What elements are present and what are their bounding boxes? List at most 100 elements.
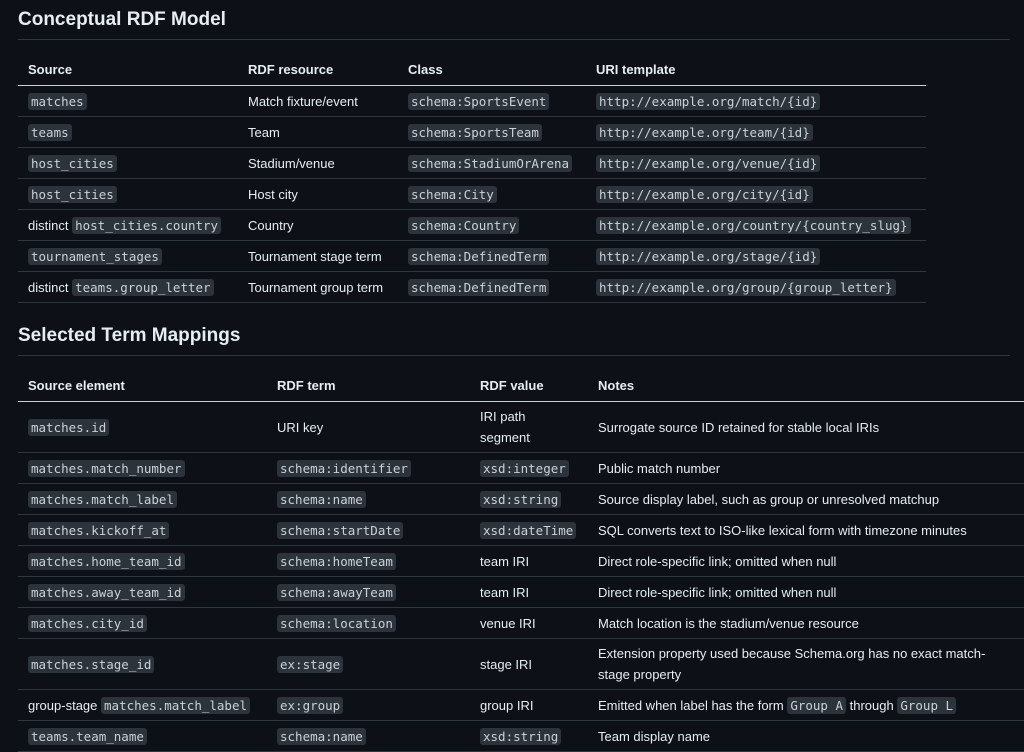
term-code: ex:stage	[277, 655, 344, 673]
cell-rdf-resource: Team	[238, 116, 398, 148]
cell-uri-template: http://example.org/group/{group_letter}	[586, 271, 926, 303]
value-text: group IRI	[480, 697, 534, 713]
table-row: matches.away_team_id schema:awayTeam team …	[18, 576, 1024, 608]
cell-rdf-term: ex:stage	[267, 638, 470, 690]
cell-notes: Direct role-specific link; omitted when …	[588, 545, 1024, 577]
cell-source: tournament_stages	[18, 240, 238, 272]
table-row: matches Match fixture/event schema:SportsE…	[18, 85, 926, 117]
note-text: through	[846, 697, 898, 713]
source-code: teams	[28, 123, 72, 141]
element-code: matches.match_number	[28, 459, 185, 477]
cell-notes: Extension property used because Schema.o…	[588, 638, 1024, 690]
cell-uri-template: http://example.org/team/{id}	[586, 116, 926, 148]
column-header-rdf-resource: RDF resource	[238, 56, 398, 86]
cell-class: schema:StadiumOrArena	[398, 147, 586, 179]
cell-rdf-value: team IRI	[470, 545, 588, 577]
cell-source-element: matches.match_number	[18, 452, 267, 484]
column-header-notes: Notes	[588, 372, 1024, 402]
cell-source-element: matches.match_label	[18, 483, 267, 515]
source-code: tournament_stages	[28, 247, 162, 265]
table-row: matches.home_team_id schema:homeTeam team …	[18, 545, 1024, 577]
cell-source-element: matches.kickoff_at	[18, 514, 267, 546]
table-row: host_cities Host city schema:City http://ex…	[18, 178, 926, 210]
cell-rdf-term: schema:name	[267, 483, 470, 515]
term-mapping-table: Source element RDF term RDF value Notes …	[18, 372, 1024, 752]
note-text: Direct role-specific link; omitted when …	[598, 584, 837, 600]
uri-code: http://example.org/match/{id}	[596, 92, 821, 110]
column-header-source-element: Source element	[18, 372, 267, 402]
element-code: matches.stage_id	[28, 655, 155, 673]
term-code: schema:name	[277, 490, 366, 508]
cell-uri-template: http://example.org/match/{id}	[586, 85, 926, 117]
cell-source: teams	[18, 116, 238, 148]
term-code: schema:startDate	[277, 521, 404, 539]
column-header-rdf-term: RDF term	[267, 372, 470, 402]
table-row: matches.stage_id ex:stage stage IRI Extensi…	[18, 638, 1024, 690]
cell-uri-template: http://example.org/city/{id}	[586, 178, 926, 210]
cell-rdf-resource: Tournament stage term	[238, 240, 398, 272]
cell-rdf-term: schema:awayTeam	[267, 576, 470, 608]
document: Conceptual RDF Model Source RDF resource…	[0, 0, 1024, 752]
note-text: Public match number	[598, 460, 721, 476]
source-prefix: distinct	[28, 217, 69, 233]
note-code: Group A	[787, 696, 847, 714]
table-row: tournament_stages Tournament stage term sc…	[18, 240, 926, 272]
rdf-model-rows: matches Match fixture/event schema:SportsE…	[18, 85, 926, 303]
cell-rdf-term: URI key	[267, 401, 470, 453]
source-code: host_cities	[28, 154, 117, 172]
cell-class: schema:DefinedTerm	[398, 240, 586, 272]
element-code: matches.match_label	[101, 696, 251, 714]
value-code: xsd:string	[480, 727, 562, 745]
cell-rdf-term: schema:startDate	[267, 514, 470, 546]
table-row: group-stage matches.match_label ex:group g…	[18, 689, 1024, 721]
note-code: Group L	[897, 696, 957, 714]
source-prefix: distinct	[28, 279, 69, 295]
note-text: Source display label, such as group or u…	[598, 491, 940, 507]
value-code: xsd:integer	[480, 459, 569, 477]
source-code: host_cities	[28, 185, 117, 203]
cell-rdf-value: xsd:string	[470, 483, 588, 515]
cell-class: schema:DefinedTerm	[398, 271, 586, 303]
cell-rdf-value: xsd:dateTime	[470, 514, 588, 546]
cell-class: schema:SportsTeam	[398, 116, 586, 148]
table-row: matches.kickoff_at schema:startDate xsd:da…	[18, 514, 1024, 546]
cell-rdf-value: stage IRI	[470, 638, 588, 690]
cell-rdf-resource: Match fixture/event	[238, 85, 398, 117]
term-code: schema:homeTeam	[277, 552, 396, 570]
term-code: schema:identifier	[277, 459, 411, 477]
element-code: matches.match_label	[28, 490, 177, 508]
class-code: schema:StadiumOrArena	[408, 154, 573, 172]
value-text: team IRI	[480, 553, 530, 569]
cell-source-element: matches.home_team_id	[18, 545, 267, 577]
cell-source-element: matches.away_team_id	[18, 576, 267, 608]
cell-notes: Match location is the stadium/venue reso…	[588, 607, 1024, 639]
element-code: matches.id	[28, 418, 110, 436]
note-text: Extension property used because Schema.o…	[598, 646, 986, 682]
table-row: host_cities Stadium/venue schema:StadiumOr…	[18, 147, 926, 179]
term-code: schema:name	[277, 727, 366, 745]
term-code: schema:awayTeam	[277, 583, 396, 601]
cell-class: schema:City	[398, 178, 586, 210]
cell-rdf-resource: Stadium/venue	[238, 147, 398, 179]
cell-notes: Emitted when label has the form Group A …	[588, 689, 1024, 721]
value-text: stage IRI	[480, 656, 533, 672]
element-code: matches.kickoff_at	[28, 521, 170, 539]
cell-notes: Public match number	[588, 452, 1024, 484]
class-code: schema:SportsTeam	[408, 123, 542, 141]
element-code: matches.away_team_id	[28, 583, 185, 601]
term-code: schema:location	[277, 614, 396, 632]
term-text: URI key	[277, 419, 324, 435]
cell-source-element: matches.stage_id	[18, 638, 267, 690]
uri-code: http://example.org/stage/{id}	[596, 247, 821, 265]
table-row: matches.match_number schema:identifier xsd…	[18, 452, 1024, 484]
term-mapping-rows: matches.id URI key IRI path segment Surroga…	[18, 401, 1024, 752]
cell-source: distinct host_cities.country	[18, 209, 238, 241]
source-code: teams.group_letter	[72, 278, 214, 296]
uri-code: http://example.org/group/{group_letter}	[596, 278, 896, 296]
cell-source: host_cities	[18, 178, 238, 210]
element-code: teams.team_name	[28, 727, 147, 745]
cell-notes: Source display label, such as group or u…	[588, 483, 1024, 515]
value-text: venue IRI	[480, 615, 536, 631]
cell-rdf-value: group IRI	[470, 689, 588, 721]
table-row: distinct host_cities.country Country schem…	[18, 209, 926, 241]
